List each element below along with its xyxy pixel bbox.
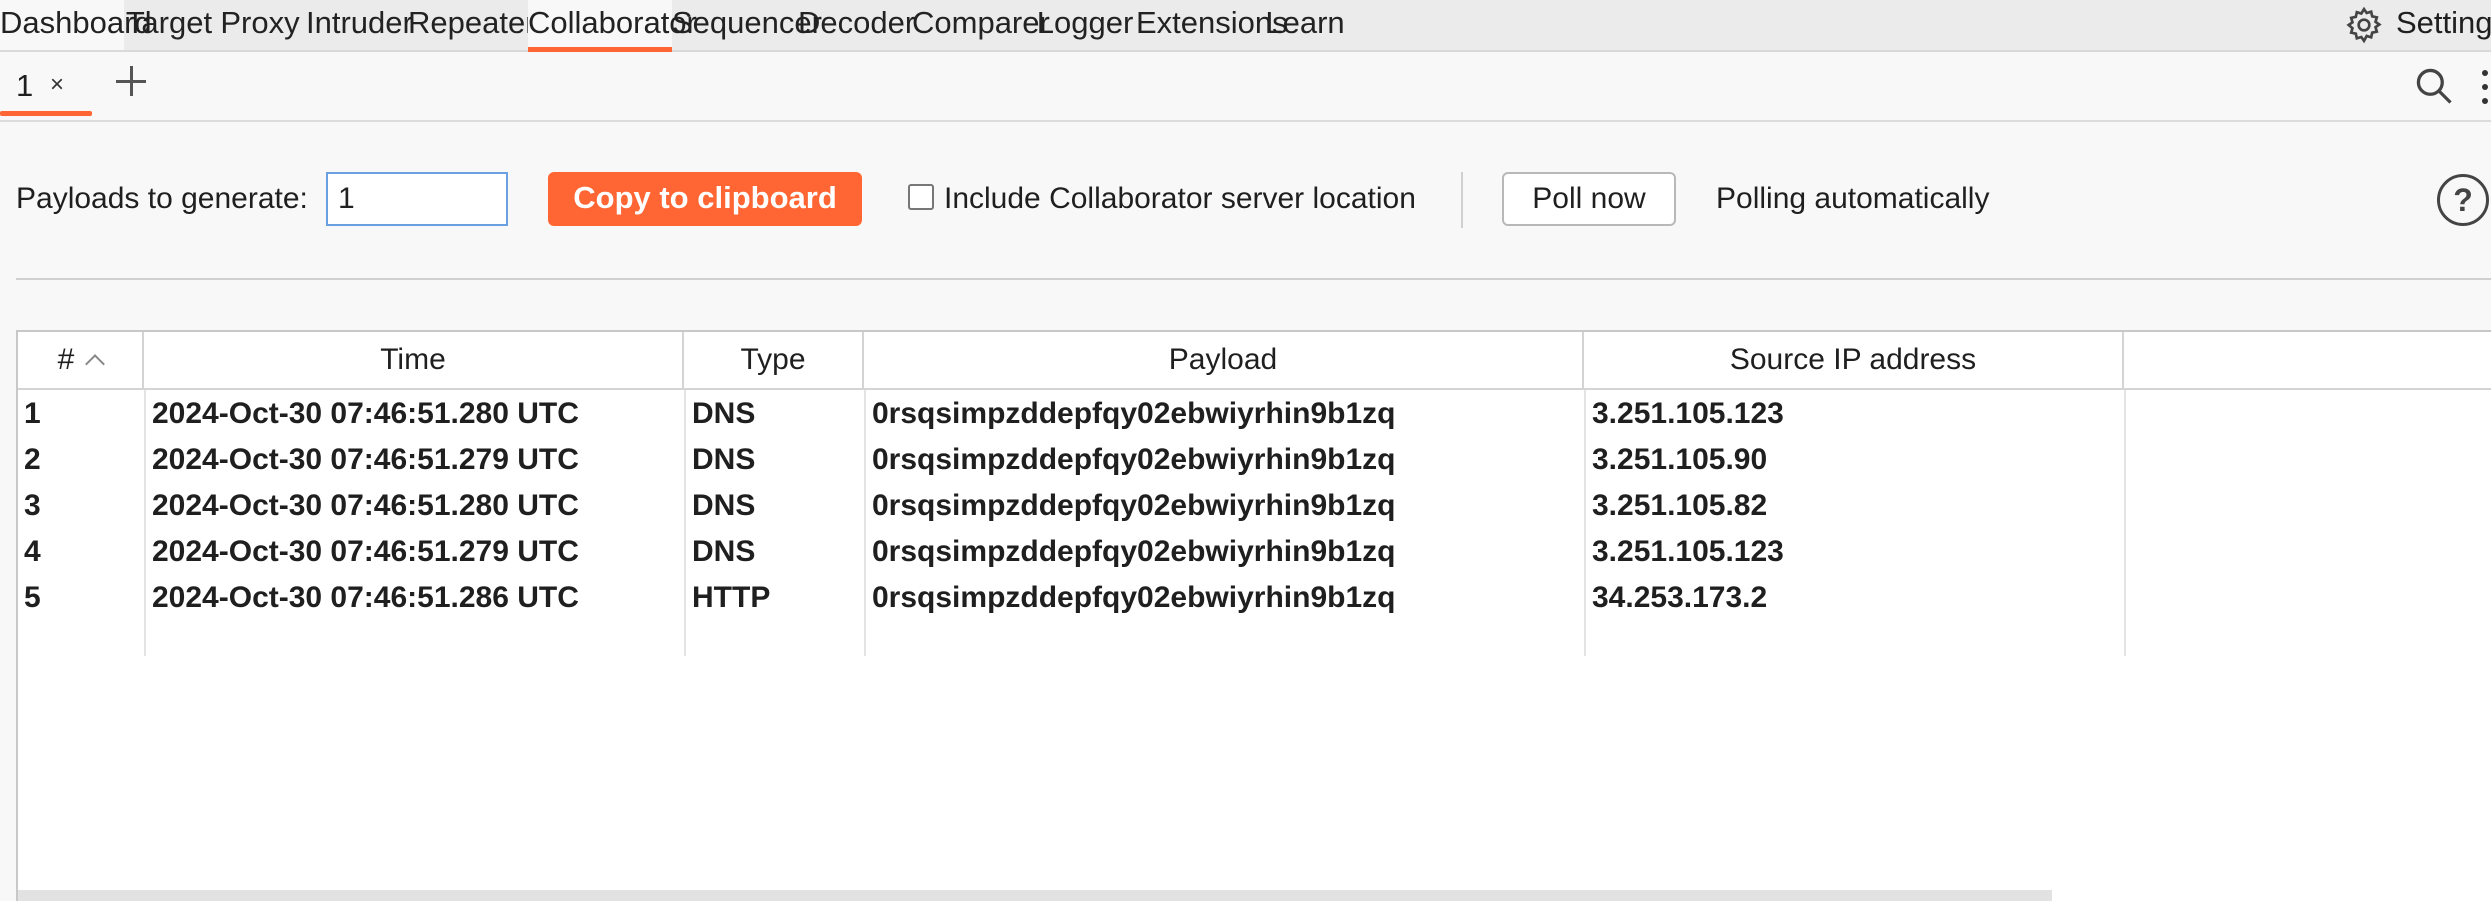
include-location-checkbox[interactable] bbox=[908, 184, 934, 210]
tab-dashboard[interactable]: Dashboard bbox=[0, 0, 152, 50]
table-row[interactable]: 3 2024-Oct-30 07:46:51.280 UTC DNS 0rsqs… bbox=[18, 484, 2128, 530]
close-icon[interactable]: × bbox=[50, 71, 64, 99]
horizontal-scrollbar[interactable] bbox=[18, 890, 2052, 901]
tab-proxy[interactable]: Proxy bbox=[214, 0, 306, 50]
main-tab-bar: Dashboard Target Proxy Intruder Repeater… bbox=[0, 0, 2491, 52]
cell-source-ip: 34.253.173.2 bbox=[1592, 581, 1768, 614]
column-header-label: # bbox=[57, 343, 75, 376]
more-vertical-icon[interactable] bbox=[2478, 70, 2491, 106]
cell-number: 2 bbox=[24, 443, 41, 476]
cell-payload: 0rsqsimpzddepfqy02ebwiyrhin9b1zq bbox=[872, 397, 1396, 430]
cell-number: 5 bbox=[24, 581, 41, 614]
cell-payload: 0rsqsimpzddepfqy02ebwiyrhin9b1zq bbox=[872, 443, 1396, 476]
cell-type: HTTP bbox=[692, 581, 771, 614]
payloads-to-generate-label: Payloads to generate: bbox=[16, 182, 308, 215]
table-header: # Time Type Payload Source IP address bbox=[18, 332, 2491, 390]
table-row[interactable]: 2 2024-Oct-30 07:46:51.279 UTC DNS 0rsqs… bbox=[18, 438, 2128, 484]
cell-time: 2024-Oct-30 07:46:51.279 UTC bbox=[152, 443, 579, 476]
tab-logger[interactable]: Logger bbox=[1034, 0, 1136, 50]
tab-repeater[interactable]: Repeater bbox=[408, 0, 536, 50]
column-header-number[interactable]: # bbox=[18, 332, 144, 388]
gear-icon bbox=[2346, 6, 2382, 44]
tab-comparer[interactable]: Comparer bbox=[912, 0, 1050, 50]
cell-time: 2024-Oct-30 07:46:51.286 UTC bbox=[152, 581, 579, 614]
cell-type: DNS bbox=[692, 443, 756, 476]
cell-type: DNS bbox=[692, 397, 756, 430]
tab-extensions[interactable]: Extensions bbox=[1136, 0, 1288, 50]
interactions-table: # Time Type Payload Source IP address 1 … bbox=[16, 330, 2491, 901]
cell-number: 3 bbox=[24, 489, 41, 522]
cell-source-ip: 3.251.105.82 bbox=[1592, 489, 1768, 522]
settings-label: Settings bbox=[2396, 5, 2491, 40]
collaborator-tab-bar: 1 × bbox=[0, 52, 2491, 122]
cell-number: 1 bbox=[24, 397, 41, 430]
cell-type: DNS bbox=[692, 535, 756, 568]
cell-time: 2024-Oct-30 07:46:51.280 UTC bbox=[152, 489, 579, 522]
cell-source-ip: 3.251.105.123 bbox=[1592, 397, 1784, 430]
cell-source-ip: 3.251.105.123 bbox=[1592, 535, 1784, 568]
table-row[interactable]: 4 2024-Oct-30 07:46:51.279 UTC DNS 0rsqs… bbox=[18, 530, 2128, 576]
subtab-label: 1 bbox=[16, 68, 34, 103]
polling-status: Polling automatically bbox=[1716, 182, 1990, 215]
cell-type: DNS bbox=[692, 489, 756, 522]
plus-icon[interactable] bbox=[112, 62, 152, 102]
cell-payload: 0rsqsimpzddepfqy02ebwiyrhin9b1zq bbox=[872, 581, 1396, 614]
column-header-time[interactable]: Time bbox=[144, 332, 684, 388]
cell-source-ip: 3.251.105.90 bbox=[1592, 443, 1768, 476]
cell-payload: 0rsqsimpzddepfqy02ebwiyrhin9b1zq bbox=[872, 489, 1396, 522]
column-header-source-ip[interactable]: Source IP address bbox=[1584, 332, 2124, 388]
cell-number: 4 bbox=[24, 535, 41, 568]
tab-intruder[interactable]: Intruder bbox=[306, 0, 413, 50]
tab-decoder[interactable]: Decoder bbox=[798, 0, 915, 50]
copy-to-clipboard-button[interactable]: Copy to clipboard bbox=[548, 172, 862, 226]
poll-now-button[interactable]: Poll now bbox=[1502, 172, 1676, 226]
column-header-type[interactable]: Type bbox=[684, 332, 864, 388]
include-location-label[interactable]: Include Collaborator server location bbox=[944, 182, 1416, 216]
help-circle-icon[interactable]: ? bbox=[2437, 174, 2489, 226]
cell-time: 2024-Oct-30 07:46:51.279 UTC bbox=[152, 535, 579, 568]
subtab-1[interactable]: 1 × bbox=[0, 58, 92, 116]
payloads-count-input[interactable] bbox=[326, 172, 508, 226]
column-header-payload[interactable]: Payload bbox=[864, 332, 1584, 388]
sort-ascending-icon bbox=[85, 354, 106, 374]
tab-sequencer[interactable]: Sequencer bbox=[672, 0, 822, 50]
divider bbox=[1461, 172, 1463, 228]
table-row[interactable]: 1 2024-Oct-30 07:46:51.280 UTC DNS 0rsqs… bbox=[18, 392, 2128, 438]
tab-collaborator[interactable]: Collaborator bbox=[528, 0, 697, 52]
tab-target[interactable]: Target bbox=[124, 0, 214, 50]
divider bbox=[16, 278, 2491, 280]
tab-learn[interactable]: Learn bbox=[1262, 0, 1348, 50]
search-icon[interactable] bbox=[2412, 64, 2456, 108]
cell-payload: 0rsqsimpzddepfqy02ebwiyrhin9b1zq bbox=[872, 535, 1396, 568]
cell-time: 2024-Oct-30 07:46:51.280 UTC bbox=[152, 397, 579, 430]
table-row[interactable]: 5 2024-Oct-30 07:46:51.286 UTC HTTP 0rsq… bbox=[18, 576, 2128, 622]
